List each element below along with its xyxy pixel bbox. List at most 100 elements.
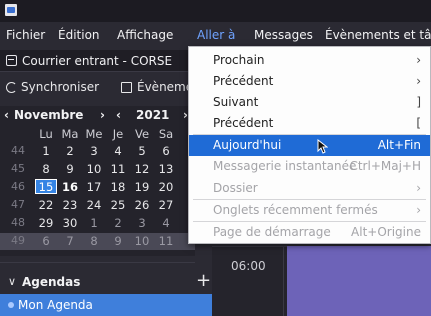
calendar-day-other-month[interactable]: 6 bbox=[35, 234, 57, 249]
menu-evenements[interactable]: Évènements et tâc bbox=[325, 28, 431, 42]
calendar-day[interactable]: 5 bbox=[131, 144, 153, 159]
menu-item-page-de-demarrage[interactable]: Page de démarrage Alt+Origine bbox=[189, 222, 430, 243]
weekday-label: Me bbox=[85, 127, 103, 141]
calendar-day-other-month[interactable]: 11 bbox=[155, 234, 177, 249]
calendar-day[interactable]: 19 bbox=[131, 180, 153, 195]
menu-item-prochain[interactable]: Prochain › bbox=[189, 50, 430, 71]
week-number: 46 bbox=[11, 180, 25, 193]
calendar-day[interactable]: 12 bbox=[131, 162, 153, 177]
goto-dropdown-menu: Prochain › Précédent › Suivant ] Précéde… bbox=[188, 46, 431, 244]
calendar-day[interactable]: 6 bbox=[155, 144, 177, 159]
menu-fichier[interactable]: Fichier bbox=[6, 28, 45, 42]
menu-item-label: Onglets récemment fermés bbox=[213, 203, 378, 217]
menu-item-label: Précédent bbox=[213, 74, 274, 88]
calendar-day-today[interactable]: 16 bbox=[59, 180, 81, 195]
week-number: 48 bbox=[11, 216, 25, 229]
chevron-down-icon[interactable]: ∨ bbox=[8, 275, 16, 288]
menu-item-label: Suivant bbox=[213, 95, 259, 109]
menu-item-aujourdhui[interactable]: Aujourd'hui Alt+Fin bbox=[189, 135, 430, 156]
calendar-day[interactable]: 30 bbox=[59, 216, 81, 231]
menu-item-label: Précédent bbox=[213, 116, 274, 130]
menu-item-shortcut: Alt+Origine bbox=[351, 225, 421, 239]
mail-tab-label: Courrier entrant - CORSE bbox=[22, 54, 173, 68]
mail-tab[interactable]: Courrier entrant - CORSE bbox=[0, 50, 195, 72]
calendar-day-other-month[interactable]: 3 bbox=[131, 216, 153, 231]
calendar-nav: ‹ Novembre › ‹ 2021 › bbox=[0, 106, 195, 124]
calendar-day[interactable]: 27 bbox=[155, 198, 177, 213]
add-agenda-plus-icon[interactable]: + bbox=[196, 270, 211, 291]
sidebar-divider bbox=[0, 262, 195, 263]
mouse-pointer-icon bbox=[317, 139, 328, 154]
calendar-day[interactable]: 4 bbox=[107, 144, 129, 159]
prev-year-chevron-icon[interactable]: ‹ bbox=[116, 108, 121, 122]
calendar-day[interactable]: 11 bbox=[107, 162, 129, 177]
menu-item-dossier[interactable]: Dossier › bbox=[189, 178, 430, 199]
calendar-day-other-month[interactable]: 2 bbox=[107, 216, 129, 231]
sync-button[interactable]: Synchroniser bbox=[21, 80, 99, 94]
year-label: 2021 bbox=[136, 108, 170, 122]
menu-edition[interactable]: Édition bbox=[58, 28, 100, 42]
prev-month-chevron-icon[interactable]: ‹ bbox=[4, 108, 9, 122]
menu-messages[interactable]: Messages bbox=[254, 28, 313, 42]
menu-aller-a[interactable]: Aller à bbox=[197, 28, 235, 42]
menu-item-shortcut: [ bbox=[416, 116, 421, 130]
sync-icon bbox=[6, 82, 17, 93]
calendar-day-other-month[interactable]: 9 bbox=[107, 234, 129, 249]
calendar-day[interactable]: 18 bbox=[107, 180, 129, 195]
calendar-day[interactable]: 17 bbox=[83, 180, 105, 195]
weekday-label: Ma bbox=[61, 127, 79, 141]
mail-icon bbox=[6, 55, 17, 66]
submenu-chevron-icon: › bbox=[416, 181, 421, 195]
calendar-day[interactable]: 24 bbox=[83, 198, 105, 213]
agenda-item-mon-agenda[interactable]: Mon Agenda bbox=[0, 294, 212, 316]
calendar-day[interactable]: 26 bbox=[131, 198, 153, 213]
calendar-day-other-month[interactable]: 4 bbox=[155, 216, 177, 231]
toolbar: Synchroniser Évènemen bbox=[0, 76, 201, 100]
event-icon bbox=[121, 82, 132, 93]
calendar-day[interactable]: 8 bbox=[35, 162, 57, 177]
menu-item-precedent-submenu[interactable]: Précédent › bbox=[189, 71, 430, 92]
agenda-color-dot-icon bbox=[8, 302, 14, 308]
submenu-chevron-icon: › bbox=[416, 203, 421, 217]
week-number: 47 bbox=[11, 198, 25, 211]
calendar-day-other-month[interactable]: 10 bbox=[131, 234, 153, 249]
calendar-day[interactable]: 13 bbox=[155, 162, 177, 177]
week-number: 49 bbox=[11, 234, 25, 247]
weekday-label: Lu bbox=[39, 127, 53, 141]
calendar-day[interactable]: 22 bbox=[35, 198, 57, 213]
menu-item-precedent[interactable]: Précédent [ bbox=[189, 113, 430, 134]
calendar-day[interactable]: 3 bbox=[83, 144, 105, 159]
mini-calendar: ‹ Novembre › ‹ 2021 › Lu Ma Me Je Ve Sa … bbox=[0, 106, 195, 256]
month-label: Novembre bbox=[14, 108, 84, 122]
menu-item-label: Aujourd'hui bbox=[213, 138, 282, 152]
menu-item-shortcut: Alt+Fin bbox=[377, 138, 421, 152]
day-column[interactable] bbox=[287, 246, 431, 316]
menu-item-label: Page de démarrage bbox=[213, 225, 331, 239]
week-number: 44 bbox=[11, 144, 25, 157]
calendar-day[interactable]: 1 bbox=[35, 144, 57, 159]
app-icon bbox=[5, 4, 17, 16]
calendar-day[interactable]: 23 bbox=[59, 198, 81, 213]
menu-item-onglets-recemment-fermes[interactable]: Onglets récemment fermés › bbox=[189, 200, 430, 221]
calendar-day-selected[interactable]: 15 bbox=[35, 179, 57, 194]
agendas-header[interactable]: ∨ Agendas + bbox=[0, 270, 212, 292]
menu-item-shortcut: ] bbox=[416, 95, 421, 109]
agendas-title: Agendas bbox=[22, 275, 81, 289]
calendar-day[interactable]: 2 bbox=[59, 144, 81, 159]
menu-item-suivant[interactable]: Suivant ] bbox=[189, 92, 430, 113]
calendar-day-other-month[interactable]: 1 bbox=[83, 216, 105, 231]
calendar-day[interactable]: 25 bbox=[107, 198, 129, 213]
calendar-day-other-month[interactable]: 7 bbox=[59, 234, 81, 249]
submenu-chevron-icon: › bbox=[416, 74, 421, 88]
calendar-day[interactable]: 29 bbox=[35, 216, 57, 231]
menu-item-label: Dossier bbox=[213, 181, 258, 195]
weekday-label: Sa bbox=[158, 127, 174, 141]
calendar-day[interactable]: 9 bbox=[59, 162, 81, 177]
menubar: Fichier Édition Affichage Aller à Messag… bbox=[0, 24, 431, 46]
calendar-day[interactable]: 10 bbox=[83, 162, 105, 177]
calendar-day-other-month[interactable]: 8 bbox=[83, 234, 105, 249]
calendar-day[interactable]: 20 bbox=[155, 180, 177, 195]
menu-affichage[interactable]: Affichage bbox=[117, 28, 173, 42]
menu-item-messagerie-instantanee[interactable]: Messagerie instantanée Ctrl+Maj+H bbox=[189, 156, 430, 177]
next-month-chevron-icon[interactable]: › bbox=[100, 108, 105, 122]
